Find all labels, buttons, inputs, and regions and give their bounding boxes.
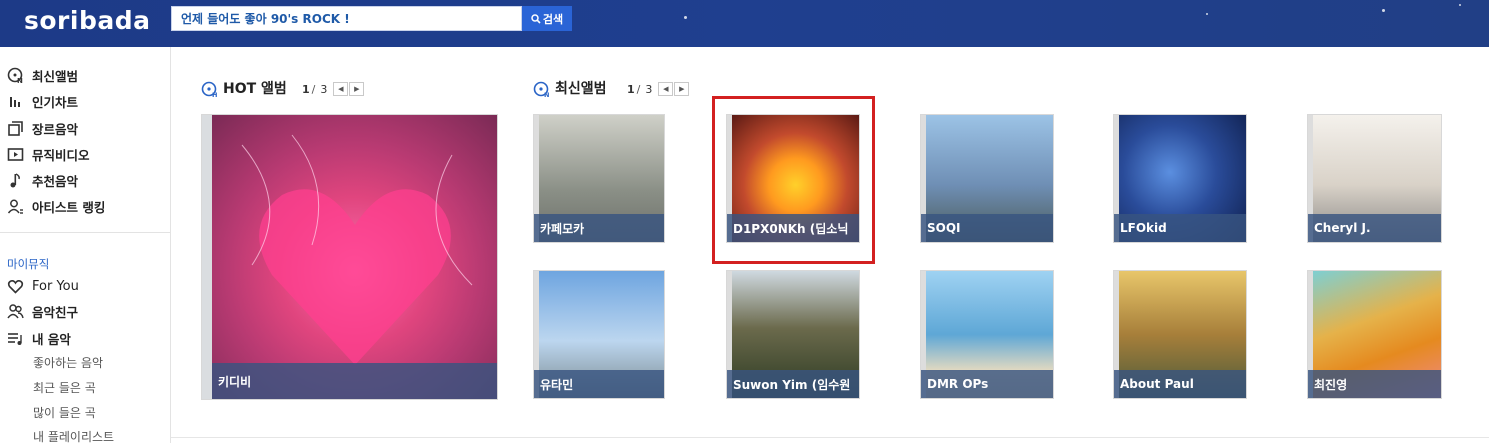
page-separator: /: [636, 82, 641, 96]
svg-text:H: H: [212, 91, 217, 97]
soribada-logo[interactable]: soribada: [24, 6, 151, 35]
album-artist-label: 키디비: [212, 363, 497, 399]
sidebar-item-label: For You: [32, 278, 79, 294]
svg-text:N: N: [17, 77, 23, 84]
album-artist-label: 최진영: [1308, 370, 1441, 398]
sidebar-item-label: 아티스트 랭킹: [32, 199, 106, 215]
album-card[interactable]: 최진영: [1307, 270, 1442, 399]
search-button-label: 검색: [542, 12, 564, 26]
top-header: soribada 검색: [0, 0, 1489, 47]
latest-section-title: 최신앨범: [555, 81, 607, 97]
page-total: 3: [320, 82, 328, 96]
next-page-button[interactable]: ▶: [349, 82, 365, 96]
sidebar-item-music-friends[interactable]: 음악친구: [7, 300, 78, 322]
sidebar-sub-most-played[interactable]: 많이 들은 곡: [33, 404, 96, 421]
album-card[interactable]: SOQI: [920, 114, 1054, 243]
sidebar-item-new-albums[interactable]: N 최신앨범: [7, 64, 78, 86]
next-page-button[interactable]: ▶: [674, 82, 690, 96]
prev-page-button[interactable]: ◀: [658, 82, 674, 96]
playlist-icon: [7, 330, 24, 347]
album-artist-label: SOQI: [921, 214, 1053, 242]
sidebar-item-for-you[interactable]: For You: [7, 275, 79, 297]
album-cover-image: [212, 115, 497, 399]
star-decoration: [1459, 4, 1461, 6]
hot-section-header: H HOT 앨범: [201, 78, 287, 98]
search-input[interactable]: [172, 7, 521, 30]
hot-section-title: HOT 앨범: [223, 81, 287, 97]
album-artist-label: Cheryl J.: [1308, 214, 1441, 242]
page-current: 1: [627, 82, 635, 96]
album-artist-label: About Paul: [1114, 370, 1246, 398]
sidebar: N 최신앨범 인기차트 장르음악 뮤직비디오 추천음악 아티스트 랭킹 마이뮤직: [0, 47, 171, 445]
sidebar-item-label: 인기차트: [32, 94, 79, 110]
hot-album-icon: H: [201, 81, 217, 97]
sidebar-divider: [0, 232, 171, 233]
heart-art: [241, 134, 473, 365]
album-card[interactable]: 카페모카: [533, 114, 665, 243]
sidebar-sub-recent[interactable]: 최근 들은 곡: [33, 379, 96, 396]
search-icon: [531, 13, 541, 24]
sidebar-item-label: 최신앨범: [32, 68, 79, 84]
new-album-icon: N: [7, 67, 24, 84]
album-card[interactable]: 유타민: [533, 270, 665, 399]
album-card[interactable]: About Paul: [1113, 270, 1247, 399]
sidebar-item-my-music[interactable]: 내 음악: [7, 327, 71, 349]
hot-pager: 1 / 3 ◀ ▶: [302, 82, 365, 96]
album-card[interactable]: Cheryl J.: [1307, 114, 1442, 243]
friends-icon: [7, 303, 24, 320]
new-album-icon: N: [533, 81, 549, 97]
album-artist-label: DMR OPs: [921, 370, 1053, 398]
search-box: [171, 6, 522, 31]
sidebar-item-label: 추천음악: [32, 173, 79, 189]
selection-highlight: [712, 96, 875, 264]
album-artist-label: 유타민: [534, 370, 664, 398]
svg-text:N: N: [544, 91, 549, 97]
sidebar-item-charts[interactable]: 인기차트: [7, 90, 78, 112]
search-button[interactable]: 검색: [522, 6, 572, 31]
sidebar-item-label: 뮤직비디오: [32, 147, 90, 163]
latest-pager: 1 / 3 ◀ ▶: [627, 82, 690, 96]
artist-icon: [7, 198, 24, 215]
sidebar-item-artist-ranking[interactable]: 아티스트 랭킹: [7, 195, 105, 217]
page-current: 1: [302, 82, 310, 96]
page-separator: /: [311, 82, 316, 96]
content-divider: [171, 437, 1489, 438]
sidebar-item-label: 장르음악: [32, 121, 79, 137]
album-card[interactable]: Suwon Yim (임수원: [726, 270, 860, 399]
sidebar-sub-playlists[interactable]: 내 플레이리스트: [33, 428, 114, 445]
genre-icon: [7, 120, 24, 137]
sidebar-sub-liked[interactable]: 좋아하는 음악: [33, 354, 103, 371]
hot-album-card[interactable]: 키디비: [201, 114, 498, 400]
my-music-title: 마이뮤직: [7, 257, 50, 271]
heart-icon: [7, 278, 24, 295]
prev-page-button[interactable]: ◀: [333, 82, 349, 96]
sidebar-item-recommend[interactable]: 추천음악: [7, 169, 78, 191]
album-artist-label: LFOkid: [1114, 214, 1246, 242]
star-decoration: [684, 16, 687, 19]
sidebar-item-music-video[interactable]: 뮤직비디오: [7, 143, 90, 165]
star-decoration: [1382, 9, 1385, 12]
album-card[interactable]: DMR OPs: [920, 270, 1054, 399]
note-icon: [7, 172, 24, 189]
album-artist-label: 카페모카: [534, 214, 664, 242]
latest-section-header: N 최신앨범: [533, 78, 607, 98]
page-total: 3: [645, 82, 653, 96]
sidebar-item-label: 내 음악: [32, 331, 71, 347]
album-artist-label: Suwon Yim (임수원: [727, 370, 859, 398]
sidebar-item-genre[interactable]: 장르음악: [7, 117, 78, 139]
video-icon: [7, 146, 24, 163]
sidebar-item-label: 음악친구: [32, 304, 79, 320]
album-card[interactable]: LFOkid: [1113, 114, 1247, 243]
chart-bars-icon: [7, 93, 24, 110]
star-decoration: [1206, 13, 1208, 15]
